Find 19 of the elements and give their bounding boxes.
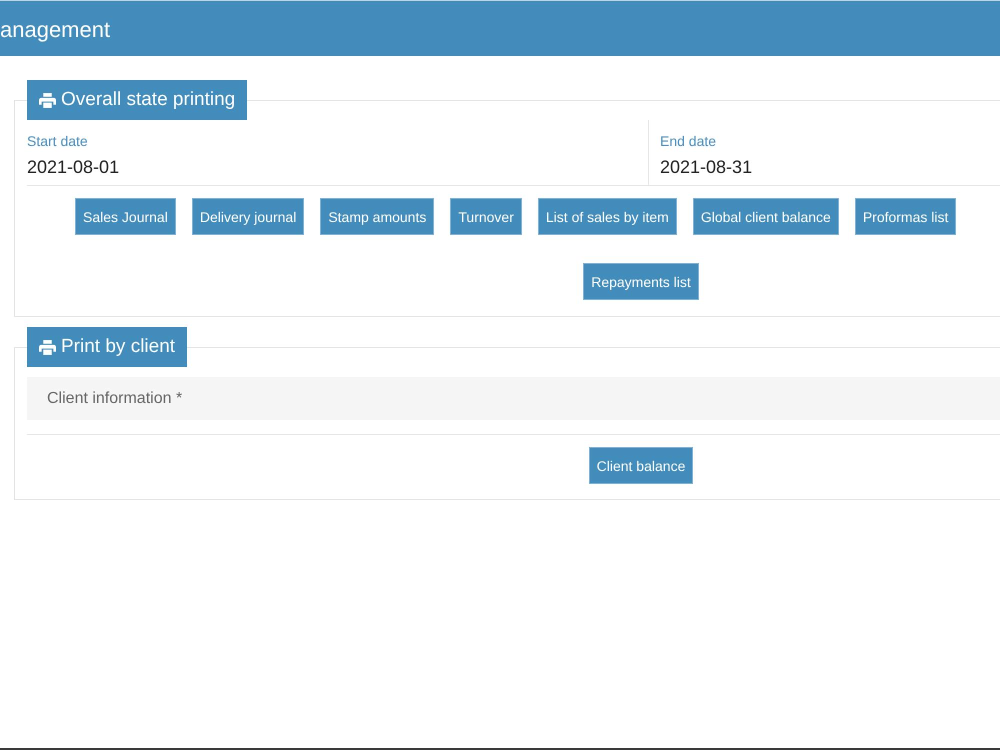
report-button[interactable]: Turnover bbox=[450, 198, 522, 235]
field-label: Start date bbox=[27, 133, 88, 149]
report-button[interactable]: Global client balance bbox=[692, 198, 839, 235]
field-label: End date bbox=[660, 133, 716, 149]
report-button[interactable]: Sales Journal bbox=[75, 198, 176, 235]
date-field[interactable]: 2021-08-01 bbox=[27, 154, 267, 180]
section-title: Overall state printing bbox=[61, 88, 236, 112]
report-button[interactable]: Repayments list bbox=[583, 263, 699, 300]
report-button[interactable]: Stamp amounts bbox=[320, 198, 434, 235]
printer-icon bbox=[39, 340, 56, 354]
report-button[interactable]: Delivery journal bbox=[192, 198, 304, 235]
report-button[interactable]: Proformas list bbox=[854, 198, 956, 235]
report-button[interactable]: List of sales by item bbox=[538, 198, 677, 235]
printer-icon bbox=[39, 92, 56, 108]
report-button[interactable]: Client balance bbox=[588, 447, 694, 484]
page-title: anagement bbox=[0, 16, 110, 44]
section-title: Print by client bbox=[61, 335, 176, 359]
date-field[interactable]: 2021-08-31 bbox=[660, 154, 900, 180]
client-field[interactable]: Client information * bbox=[27, 377, 1000, 420]
